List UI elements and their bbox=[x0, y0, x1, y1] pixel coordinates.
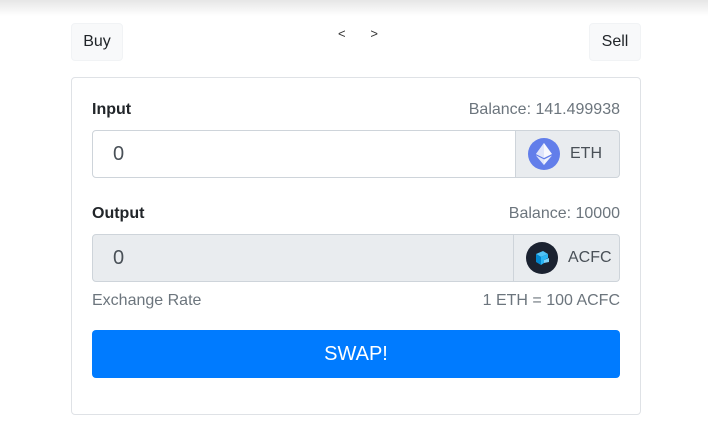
input-label: Input bbox=[92, 101, 132, 118]
sell-button[interactable]: Sell bbox=[589, 23, 641, 61]
input-group: ETH bbox=[92, 130, 620, 178]
exchange-rate-value: 1 ETH = 100 ACFC bbox=[482, 292, 620, 309]
exchange-rate-row: Exchange Rate 1 ETH = 100 ACFC bbox=[92, 292, 620, 310]
input-token-label: ETH bbox=[570, 145, 602, 162]
input-header: Input Balance: 141.499938 bbox=[92, 101, 620, 119]
output-amount-field bbox=[92, 234, 514, 282]
nav-arrows: < > bbox=[338, 26, 378, 42]
swap-card: Input Balance: 141.499938 ETH Output Bal… bbox=[71, 77, 641, 415]
input-balance: Balance: 141.499938 bbox=[468, 101, 620, 118]
output-group: ACFC bbox=[92, 234, 620, 282]
exchange-rate-label: Exchange Rate bbox=[92, 292, 202, 309]
next-arrow-icon[interactable]: > bbox=[370, 26, 378, 42]
previous-arrow-icon[interactable]: < bbox=[338, 26, 346, 42]
swap-button[interactable]: SWAP! bbox=[92, 330, 620, 378]
output-token-addon: ACFC bbox=[514, 234, 620, 282]
top-shadow bbox=[0, 0, 708, 16]
acfc-token-icon bbox=[526, 242, 558, 274]
input-token-addon: ETH bbox=[516, 130, 620, 178]
output-header: Output Balance: 10000 bbox=[92, 205, 620, 223]
output-label: Output bbox=[92, 205, 145, 222]
ethereum-icon bbox=[528, 138, 560, 170]
input-amount-field[interactable] bbox=[92, 130, 516, 178]
output-token-label: ACFC bbox=[568, 249, 612, 266]
buy-button[interactable]: Buy bbox=[71, 23, 123, 61]
output-balance: Balance: 10000 bbox=[508, 205, 620, 222]
